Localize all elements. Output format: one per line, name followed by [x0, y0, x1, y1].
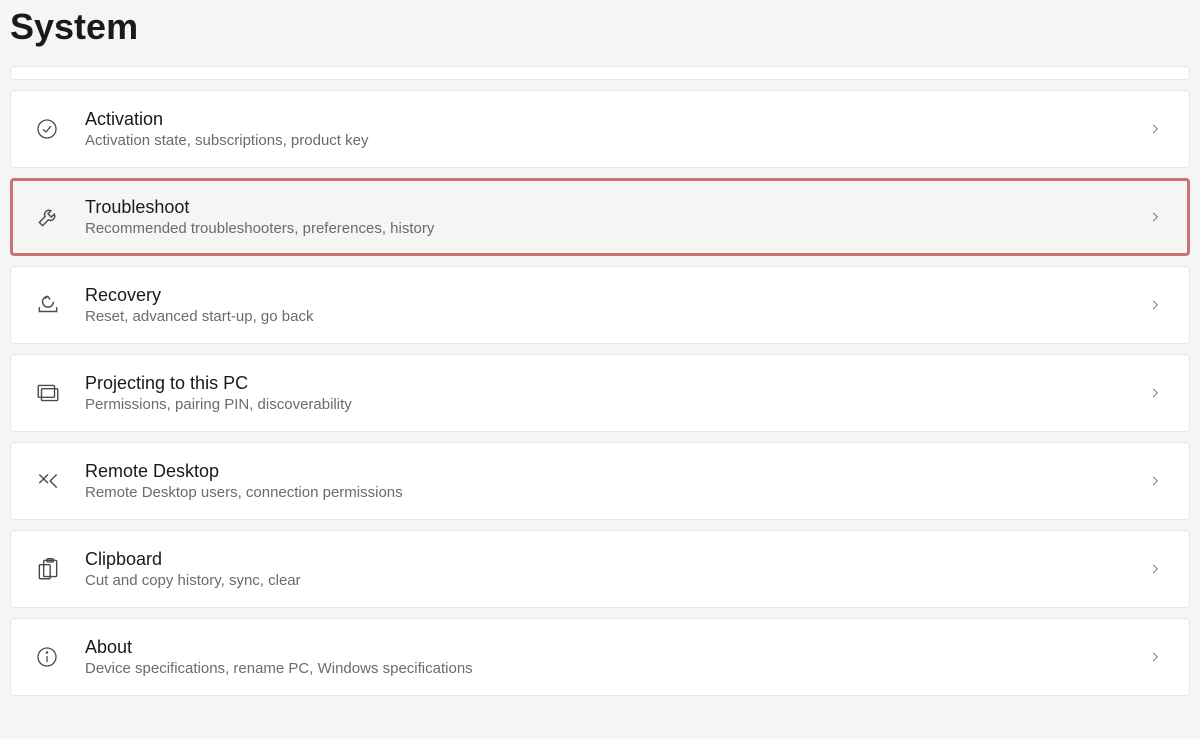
chevron-right-icon	[1145, 119, 1165, 139]
row-subtitle: Cut and copy history, sync, clear	[85, 572, 1145, 589]
row-text: Recovery Reset, advanced start-up, go ba…	[85, 285, 1145, 325]
chevron-right-icon	[1145, 207, 1165, 227]
row-subtitle: Reset, advanced start-up, go back	[85, 308, 1145, 325]
settings-row-projecting[interactable]: Projecting to this PC Permissions, pairi…	[10, 354, 1190, 432]
partial-row-top[interactable]	[10, 66, 1190, 80]
settings-row-remote-desktop[interactable]: Remote Desktop Remote Desktop users, con…	[10, 442, 1190, 520]
row-subtitle: Device specifications, rename PC, Window…	[85, 660, 1145, 677]
settings-row-activation[interactable]: Activation Activation state, subscriptio…	[10, 90, 1190, 168]
chevron-right-icon	[1145, 383, 1165, 403]
row-title: Projecting to this PC	[85, 373, 1145, 394]
row-subtitle: Remote Desktop users, connection permiss…	[85, 484, 1145, 501]
chevron-right-icon	[1145, 559, 1165, 579]
chevron-right-icon	[1145, 647, 1165, 667]
row-text: Projecting to this PC Permissions, pairi…	[85, 373, 1145, 413]
recovery-icon	[35, 292, 71, 318]
row-subtitle: Recommended troubleshooters, preferences…	[85, 220, 1145, 237]
row-title: Remote Desktop	[85, 461, 1145, 482]
settings-row-recovery[interactable]: Recovery Reset, advanced start-up, go ba…	[10, 266, 1190, 344]
row-text: Troubleshoot Recommended troubleshooters…	[85, 197, 1145, 237]
row-title: About	[85, 637, 1145, 658]
row-text: About Device specifications, rename PC, …	[85, 637, 1145, 677]
settings-row-clipboard[interactable]: Clipboard Cut and copy history, sync, cl…	[10, 530, 1190, 608]
row-text: Activation Activation state, subscriptio…	[85, 109, 1145, 149]
settings-list: Activation Activation state, subscriptio…	[0, 66, 1200, 696]
chevron-right-icon	[1145, 471, 1165, 491]
chevron-right-icon	[1145, 295, 1165, 315]
wrench-icon	[35, 204, 71, 230]
row-title: Troubleshoot	[85, 197, 1145, 218]
row-title: Activation	[85, 109, 1145, 130]
row-title: Recovery	[85, 285, 1145, 306]
remote-icon	[35, 468, 71, 494]
page-title: System	[0, 0, 1200, 66]
row-subtitle: Activation state, subscriptions, product…	[85, 132, 1145, 149]
row-subtitle: Permissions, pairing PIN, discoverabilit…	[85, 396, 1145, 413]
settings-row-about[interactable]: About Device specifications, rename PC, …	[10, 618, 1190, 696]
settings-row-troubleshoot[interactable]: Troubleshoot Recommended troubleshooters…	[10, 178, 1190, 256]
row-title: Clipboard	[85, 549, 1145, 570]
check-circle-icon	[35, 116, 71, 142]
info-icon	[35, 644, 71, 670]
clipboard-icon	[35, 556, 71, 582]
row-text: Remote Desktop Remote Desktop users, con…	[85, 461, 1145, 501]
project-icon	[35, 380, 71, 406]
row-text: Clipboard Cut and copy history, sync, cl…	[85, 549, 1145, 589]
